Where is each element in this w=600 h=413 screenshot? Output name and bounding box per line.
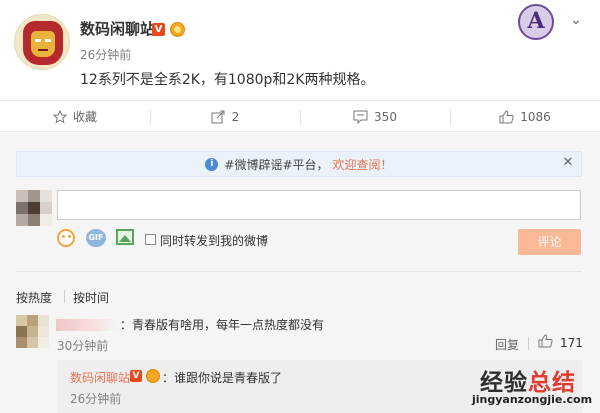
favorite-label: 收藏 <box>72 110 97 124</box>
commenter-avatar[interactable] <box>16 315 49 348</box>
chevron-down-icon[interactable]: ⌄ <box>566 10 586 30</box>
repost-checkbox-label[interactable]: 同时转发到我的微博 <box>160 232 268 249</box>
avatar-face <box>31 31 55 57</box>
repost-button[interactable]: 2 <box>150 101 300 132</box>
image-icon[interactable] <box>116 229 134 245</box>
star-icon <box>52 109 67 124</box>
like-count: 1086 <box>520 109 551 124</box>
emoji-icon[interactable] <box>57 229 75 247</box>
gif-icon[interactable]: GIF <box>86 229 106 247</box>
thumbs-up-icon <box>499 109 514 123</box>
close-icon[interactable]: ✕ <box>560 155 576 171</box>
author-avatar[interactable] <box>14 14 70 70</box>
info-icon: i <box>205 157 219 171</box>
watermark-url: jingyanzongjie.com <box>472 393 593 406</box>
thumbs-up-icon[interactable] <box>538 334 553 348</box>
author-name[interactable]: 数码闲聊站 <box>80 18 155 39</box>
divider <box>64 290 65 303</box>
sub-comment-author[interactable]: 数码闲聊站 <box>70 369 130 386</box>
sub-comment-text: ：谁跟你说是青春版了 <box>162 371 283 385</box>
divider <box>528 337 529 350</box>
watermark-title: 经验总结 <box>480 370 576 396</box>
comment-button[interactable]: 350 <box>300 101 450 132</box>
avengers-logo-icon: A <box>518 4 554 40</box>
favorite-button[interactable]: 收藏 <box>0 101 150 132</box>
comment-count: 350 <box>374 109 397 124</box>
gold-badge-icon <box>146 369 160 383</box>
comment-text: 青春版有啥用，每年一点热度都没有 <box>132 318 325 332</box>
watermark: 经验总结 jingyanzongjie.com <box>472 363 598 411</box>
like-button[interactable]: 1086 <box>450 101 600 132</box>
notice-link[interactable]: 欢迎查阅！ <box>333 156 393 173</box>
gold-badge-icon <box>170 22 185 37</box>
submit-comment-button[interactable]: 评论 <box>518 229 581 255</box>
sort-by-hot-tab[interactable]: 按热度 <box>16 289 52 306</box>
verified-badge-icon: V <box>130 370 142 382</box>
reply-button[interactable]: 回复 <box>495 336 519 353</box>
comment-like-count: 171 <box>560 336 583 350</box>
comment-icon <box>353 110 368 124</box>
sub-comment-time: 26分钟前 <box>70 392 122 406</box>
action-bar: 收藏 2 350 1086 <box>0 100 600 132</box>
comment-time: 30分钟前 <box>57 339 109 353</box>
my-avatar <box>16 190 52 226</box>
divider <box>16 271 582 272</box>
commenter-name-redacted[interactable] <box>56 319 118 331</box>
notice-text: #微博辟谣#平台， <box>224 157 329 172</box>
repost-count: 2 <box>231 109 240 124</box>
repost-checkbox[interactable] <box>145 234 156 245</box>
comment-colon: ： <box>120 318 133 332</box>
comment-input[interactable] <box>57 190 581 220</box>
verified-badge-icon: V <box>152 23 165 36</box>
sort-by-time-tab[interactable]: 按时间 <box>73 289 109 306</box>
notice-banner: i #微博辟谣#平台， 欢迎查阅！ <box>16 151 582 177</box>
post-time[interactable]: 26分钟前 <box>80 46 131 63</box>
post-text: 12系列不是全系2K，有1080p和2K两种规格。 <box>80 72 375 88</box>
repost-icon <box>211 110 225 123</box>
